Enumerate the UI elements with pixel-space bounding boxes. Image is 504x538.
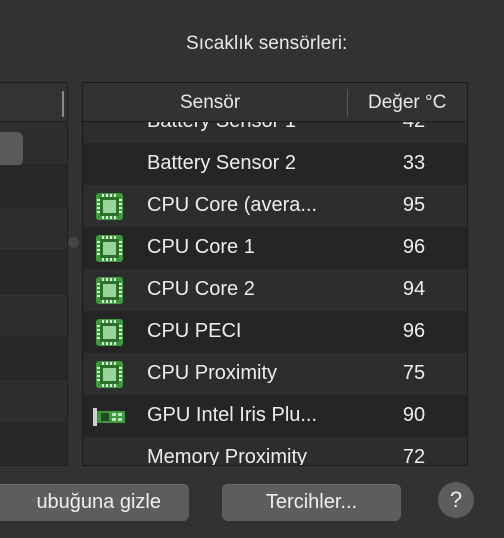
table-header: Sensör Değer °C	[83, 83, 467, 122]
sensor-name: CPU Core 1	[147, 236, 255, 258]
left-list-rows	[0, 122, 67, 465]
sensor-value: 96	[402, 236, 426, 258]
gpu-card-icon	[93, 408, 125, 426]
list-item[interactable]	[0, 122, 67, 166]
sensor-value: 75	[402, 362, 426, 384]
sensor-table: Sensör Değer °C Battery Sensor 142Batter…	[82, 82, 468, 466]
column-separator[interactable]	[347, 89, 348, 117]
sensor-value: 33	[402, 152, 426, 174]
table-row[interactable]: Memory Proximity 72	[83, 437, 467, 466]
sensor-value: 95	[402, 194, 426, 216]
list-item[interactable]	[0, 423, 67, 465]
sensor-name: CPU PECI	[147, 320, 242, 342]
list-item[interactable]	[0, 165, 67, 208]
sensor-name: CPU Proximity	[147, 362, 278, 384]
table-row[interactable]: CPU Proximity 75	[83, 353, 467, 395]
page-title: Sıcaklık sensörleri:	[186, 33, 348, 54]
table-rows: Battery Sensor 142Battery Sensor 233 CPU…	[83, 101, 467, 466]
left-list-panel	[0, 82, 68, 466]
hide-in-menubar-button[interactable]: ubuğuna gizle	[0, 484, 189, 521]
preferences-button-label: Tercihler...	[265, 491, 358, 513]
cpu-chip-icon	[95, 360, 124, 389]
help-button-label: ?	[449, 487, 463, 512]
list-item[interactable]	[0, 380, 67, 423]
splitter-handle[interactable]	[68, 237, 79, 248]
cpu-chip-icon	[95, 318, 124, 347]
column-header-value[interactable]: Değer °C	[368, 92, 446, 114]
sensor-name: CPU Core (avera...	[147, 194, 318, 216]
preferences-button[interactable]: Tercihler...	[222, 484, 401, 521]
left-row-button[interactable]	[0, 132, 23, 166]
list-item[interactable]	[0, 294, 67, 337]
cpu-chip-icon	[95, 276, 124, 305]
cpu-chip-icon	[95, 192, 124, 221]
cpu-chip-icon	[95, 234, 124, 263]
list-item[interactable]	[0, 251, 67, 294]
sensor-value: 72	[402, 446, 426, 466]
help-button[interactable]: ?	[438, 482, 474, 518]
sensor-name: Memory Proximity	[147, 446, 308, 466]
left-list-header	[0, 83, 67, 122]
column-header-sensor[interactable]: Sensör	[180, 92, 240, 114]
sensor-value: 96	[402, 320, 426, 342]
column-separator[interactable]	[62, 91, 64, 117]
hide-button-label: ubuğuna gizle	[36, 491, 161, 513]
sensor-name: GPU Intel Iris Plu...	[147, 404, 318, 426]
table-row[interactable]: CPU Core 1 96	[83, 227, 467, 269]
sensor-name: CPU Core 2	[147, 278, 255, 300]
table-row[interactable]: GPU Intel Iris Plu... 90	[83, 395, 467, 437]
list-item[interactable]	[0, 208, 67, 251]
list-item[interactable]	[0, 337, 67, 380]
table-row[interactable]: CPU PECI 96	[83, 311, 467, 353]
table-row[interactable]: Battery Sensor 2 33	[83, 143, 467, 185]
sensor-value: 90	[402, 404, 426, 426]
table-row[interactable]: CPU Core 2 94	[83, 269, 467, 311]
table-row[interactable]: CPU Core (avera... 95	[83, 185, 467, 227]
sensor-value: 94	[402, 278, 426, 300]
sensor-name: Battery Sensor 2	[147, 152, 296, 174]
